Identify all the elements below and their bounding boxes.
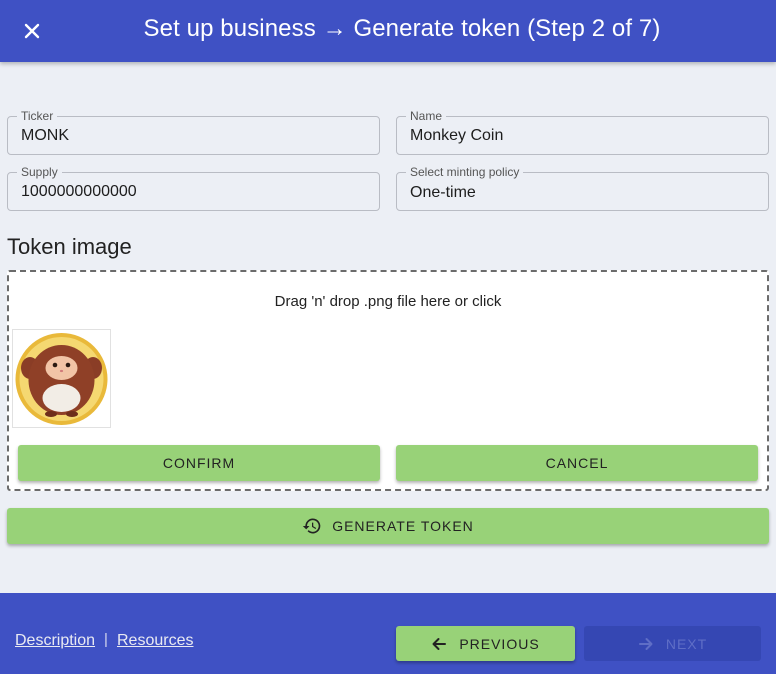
name-label: Name [406, 109, 447, 123]
minting-policy-value: One-time [410, 184, 476, 201]
cancel-label: CANCEL [545, 455, 609, 471]
previous-button[interactable]: PREVIOUS [396, 626, 575, 661]
next-label: NEXT [665, 635, 708, 652]
app-header: Set up business → Generate token (Step 2… [0, 0, 776, 62]
cancel-button[interactable]: CANCEL [396, 445, 758, 481]
arrow-right-icon [638, 636, 654, 652]
page-title: Set up business → Generate token (Step 2… [143, 15, 661, 42]
dropzone-instructions: Drag 'n' drop .png file here or click [274, 293, 502, 310]
supply-value: 1000000000000 [21, 183, 137, 200]
next-button[interactable]: NEXT [584, 626, 761, 661]
resources-link[interactable]: Resources [117, 632, 193, 650]
minting-policy-label: Select minting policy [406, 165, 524, 179]
name-value: Monkey Coin [410, 127, 504, 144]
minting-policy-select[interactable]: Select minting policy One-time [396, 165, 769, 211]
generate-token-button[interactable]: GENERATE TOKEN [7, 508, 769, 544]
ticker-field[interactable]: Ticker MONK [7, 109, 380, 155]
supply-field[interactable]: Supply 1000000000000 [7, 165, 380, 211]
history-icon [302, 516, 322, 536]
monkey-coin-image [15, 333, 108, 425]
name-field[interactable]: Name Monkey Coin [396, 109, 769, 155]
confirm-button[interactable]: CONFIRM [18, 445, 380, 481]
footer-separator: | [104, 631, 108, 648]
image-dropzone[interactable]: Drag 'n' drop .png file here or click CO… [7, 270, 769, 491]
token-image-preview [12, 329, 111, 428]
footer-bar: Description | Resources PREVIOUS NEXT [0, 593, 776, 674]
ticker-value: MONK [21, 127, 69, 144]
ticker-label: Ticker [17, 109, 58, 123]
description-link[interactable]: Description [15, 632, 95, 650]
arrow-left-icon [431, 636, 447, 652]
previous-label: PREVIOUS [459, 635, 540, 652]
supply-label: Supply [17, 165, 62, 179]
token-image-heading: Token image [7, 234, 132, 259]
confirm-label: CONFIRM [162, 455, 236, 471]
generate-token-label: GENERATE TOKEN [332, 518, 474, 534]
